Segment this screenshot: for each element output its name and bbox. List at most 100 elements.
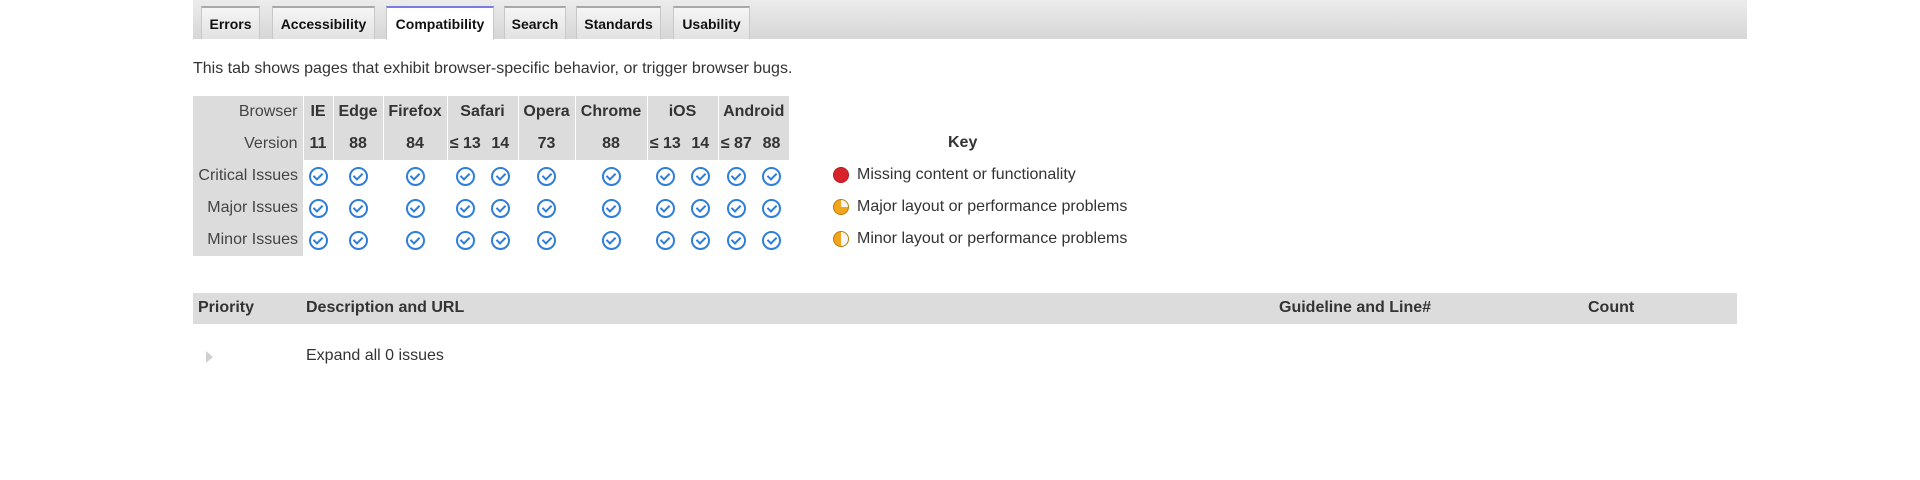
check-circle-icon — [348, 230, 368, 250]
status-cell — [333, 224, 383, 256]
check-circle-icon — [491, 166, 510, 186]
tab-search[interactable]: Search — [504, 6, 566, 39]
check-circle-icon — [601, 166, 621, 186]
key-item-critical: Missing content or functionality — [833, 166, 1076, 184]
check-circle-icon — [691, 230, 710, 250]
browser-chrome: Chrome — [574, 96, 647, 128]
status-cell — [518, 224, 575, 256]
version-ios-old: ≤ 13 — [646, 128, 683, 160]
check-circle-icon — [762, 198, 781, 218]
check-circle-icon — [691, 166, 710, 186]
check-circle-icon — [655, 230, 675, 250]
check-circle-icon — [308, 166, 328, 186]
issues-table-header: Priority Description and URL Guideline a… — [193, 293, 1737, 324]
status-cell — [383, 192, 447, 224]
key-item-major: Major layout or performance problems — [833, 198, 1127, 216]
check-circle-icon — [691, 198, 710, 218]
status-cell — [447, 160, 483, 192]
status-cell — [333, 192, 383, 224]
check-circle-icon — [726, 198, 746, 218]
version-ios-new: 14 — [683, 128, 718, 160]
browser-android: Android — [717, 96, 789, 128]
header-guideline[interactable]: Guideline and Line# — [1279, 299, 1431, 317]
issue-row-label: Critical Issues — [193, 160, 303, 192]
version-edge: 88 — [332, 128, 383, 160]
status-cell — [683, 224, 718, 256]
status-cell — [754, 160, 789, 192]
status-cell — [754, 224, 789, 256]
intro-text: This tab shows pages that exhibit browse… — [193, 60, 793, 77]
version-ie: 11 — [302, 128, 333, 160]
browser-firefox: Firefox — [382, 96, 447, 128]
status-cell — [483, 160, 518, 192]
tab-standards[interactable]: Standards — [576, 6, 661, 39]
browser-safari: Safari — [446, 96, 518, 128]
key-item-minor: Minor layout or performance problems — [833, 230, 1127, 248]
header-count[interactable]: Count — [1588, 299, 1634, 317]
check-circle-icon — [308, 230, 328, 250]
status-cell — [303, 224, 333, 256]
tab-usability[interactable]: Usability — [673, 6, 750, 39]
tab-bar: Errors Accessibility Compatibility Searc… — [193, 0, 1747, 40]
key-label-critical: Missing content or functionality — [857, 166, 1076, 183]
issue-row: Major Issues — [193, 192, 789, 224]
tab-errors[interactable]: Errors — [201, 6, 260, 39]
status-cell — [647, 192, 683, 224]
check-circle-icon — [405, 198, 425, 218]
status-cell — [647, 160, 683, 192]
three-quarter-pie-icon — [833, 199, 849, 215]
tab-accessibility[interactable]: Accessibility — [272, 6, 375, 39]
expand-all-row: Expand all 0 issues — [193, 343, 893, 369]
browser-edge: Edge — [332, 96, 383, 128]
check-circle-icon — [308, 198, 328, 218]
check-circle-icon — [726, 230, 746, 250]
browser-ie: IE — [302, 96, 333, 128]
version-safari-new: 14 — [483, 128, 518, 160]
status-cell — [483, 192, 518, 224]
version-firefox: 84 — [382, 128, 447, 160]
version-row-label: Version — [193, 128, 303, 160]
status-cell — [647, 224, 683, 256]
check-circle-icon — [348, 166, 368, 186]
browser-compatibility-matrix: Browser IE Edge Firefox Safari Opera Chr… — [193, 96, 789, 256]
header-priority[interactable]: Priority — [198, 299, 254, 317]
browser-ios: iOS — [646, 96, 718, 128]
key-label-major: Major layout or performance problems — [857, 198, 1128, 215]
issue-row-label: Minor Issues — [193, 224, 303, 256]
check-circle-icon — [762, 230, 781, 250]
status-cell — [518, 192, 575, 224]
check-circle-icon — [537, 198, 556, 218]
status-cell — [683, 160, 718, 192]
status-cell — [518, 160, 575, 192]
check-circle-icon — [405, 230, 425, 250]
status-cell — [575, 160, 647, 192]
version-chrome: 88 — [574, 128, 647, 160]
status-cell — [718, 224, 754, 256]
browser-row: Browser IE Edge Firefox Safari Opera Chr… — [193, 96, 789, 128]
check-circle-icon — [455, 166, 475, 186]
browser-opera: Opera — [517, 96, 575, 128]
check-circle-icon — [655, 166, 675, 186]
status-cell — [483, 224, 518, 256]
check-circle-icon — [762, 166, 781, 186]
version-android-old: ≤ 87 — [717, 128, 754, 160]
status-cell — [718, 160, 754, 192]
tab-compatibility[interactable]: Compatibility — [386, 6, 494, 40]
expand-triangle-icon[interactable] — [206, 351, 213, 363]
issue-row: Minor Issues — [193, 224, 789, 256]
status-cell — [575, 192, 647, 224]
expand-all-link[interactable]: Expand all 0 issues — [306, 347, 444, 365]
status-cell — [447, 224, 483, 256]
check-circle-icon — [726, 166, 746, 186]
version-row: Version 11 88 84 ≤ 13 14 73 88 ≤ 13 14 ≤… — [193, 128, 789, 160]
check-circle-icon — [491, 230, 510, 250]
browser-row-label: Browser — [193, 96, 303, 128]
red-circle-icon — [833, 167, 849, 183]
half-circle-icon — [833, 231, 849, 247]
status-cell — [683, 192, 718, 224]
version-android-new: 88 — [754, 128, 789, 160]
header-description[interactable]: Description and URL — [306, 299, 464, 317]
check-circle-icon — [491, 198, 510, 218]
status-cell — [333, 160, 383, 192]
check-circle-icon — [348, 198, 368, 218]
